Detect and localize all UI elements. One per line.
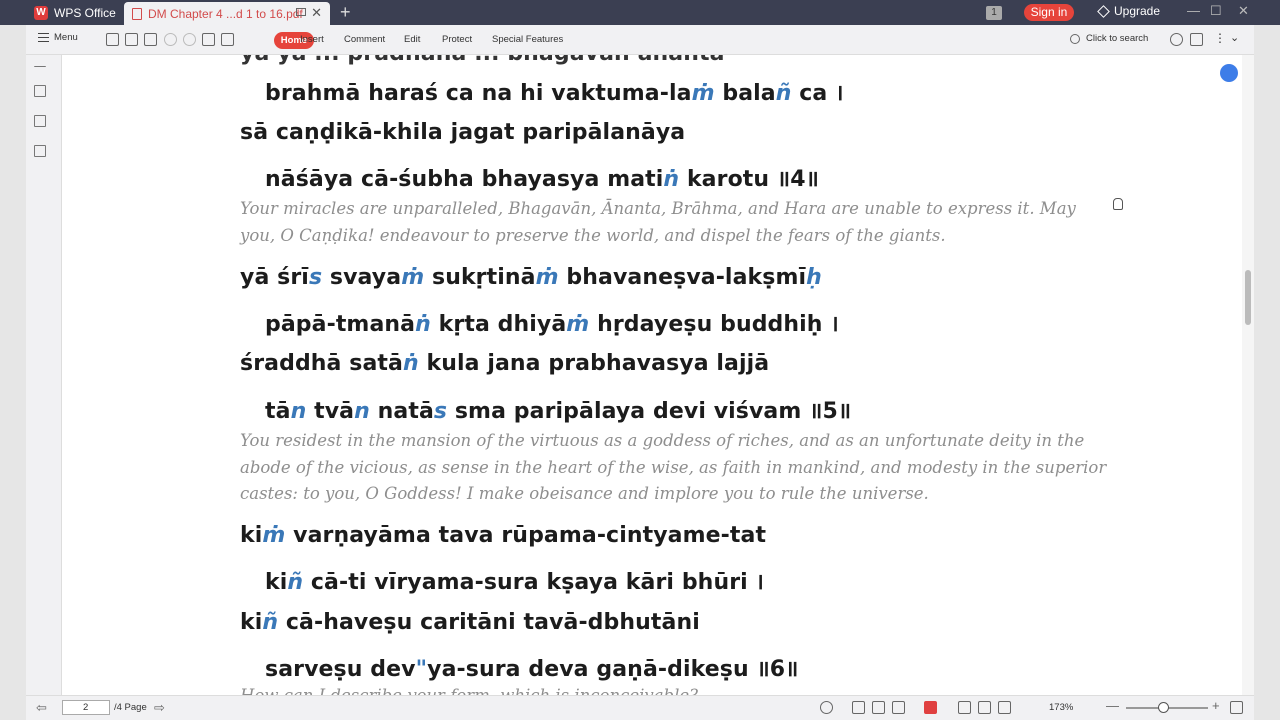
two-page-view-icon[interactable] (892, 701, 905, 714)
more-options-icon[interactable]: ⋮ (1214, 31, 1227, 45)
next-page-icon[interactable]: ⇨ (154, 700, 165, 716)
document-tab[interactable]: DM Chapter 4 ...d 1 to 16.pdf ✕ (124, 2, 330, 25)
menu-button[interactable]: Menu (38, 32, 78, 43)
diamond-icon (1097, 4, 1110, 18)
open-folder-icon[interactable] (106, 33, 119, 46)
sign-in-button[interactable]: Sign in (1024, 4, 1074, 21)
play-icon[interactable] (924, 701, 937, 714)
verse-line-5: pāpā-tmanāṅ kṛta dhiyāṁ hṛdayeṣu buddhiḥ… (265, 312, 839, 337)
translation-2: You residest in the mansion of the virtu… (240, 431, 1107, 503)
eye-protection-icon[interactable] (820, 701, 833, 714)
chevron-down-icon[interactable]: ⌄ (1230, 31, 1243, 44)
chat-icon[interactable] (1190, 33, 1203, 46)
image-icon[interactable] (34, 115, 46, 127)
format-icon[interactable] (221, 33, 234, 46)
document-page: yā yā ... pradhānā ... bhagavān ananta b… (62, 55, 1242, 695)
close-window-button[interactable]: ✕ (1238, 3, 1249, 19)
minimize-button[interactable]: — (1187, 3, 1200, 18)
ribbon-toolbar: Menu Home Insert Comment Edit Protect Sp… (26, 25, 1254, 55)
search-icon (1070, 33, 1080, 44)
badge-number: 1 (986, 5, 1002, 20)
menu-label: Menu (54, 32, 78, 43)
verse-line-2: sā caṇḍikā-khila jagat paripālanāya (240, 120, 686, 145)
single-page-view-icon[interactable] (852, 701, 865, 714)
hand-cursor-icon (1113, 198, 1123, 210)
fullscreen-icon[interactable] (1230, 701, 1243, 714)
monitor-icon[interactable] (296, 8, 306, 16)
tab-edit[interactable]: Edit (404, 34, 420, 45)
settings-icon[interactable] (1170, 33, 1183, 46)
scroll-thumb[interactable] (1245, 270, 1251, 325)
status-bar: ⇦ 2 /4 Page ⇨ 173% — + (26, 695, 1254, 720)
continuous-view-icon[interactable] (872, 701, 885, 714)
close-tab-icon[interactable]: ✕ (311, 5, 322, 21)
translation-1: Your miracles are unparalleled, Bhagavān… (240, 199, 1076, 245)
document-tab-label: DM Chapter 4 ...d 1 to 16.pdf (148, 6, 303, 21)
outline-icon[interactable] (34, 85, 46, 97)
prev-page-icon[interactable]: ⇦ (36, 700, 47, 716)
add-tab-button[interactable]: + (340, 2, 351, 23)
zoom-level[interactable]: 173% (1049, 702, 1073, 713)
wps-logo-icon: W (34, 5, 48, 20)
verse-line-11: sarveṣu dev"ya-sura deva gaṇā-dikeṣu ॥6॥ (265, 657, 799, 682)
tab-protect[interactable]: Protect (442, 34, 472, 45)
left-sidebar (26, 55, 62, 695)
fit-page-icon[interactable] (958, 701, 971, 714)
cut-top-line: yā yā ... pradhānā ... bhagavān ananta (240, 55, 725, 66)
thumbnail-icon[interactable] (34, 63, 46, 67)
cut-bottom-line: How can I describe your form, which is i… (240, 683, 719, 695)
tab-comment[interactable]: Comment (344, 34, 385, 45)
upgrade-label: Upgrade (1114, 4, 1161, 18)
search-box[interactable]: Click to search (1070, 33, 1148, 44)
upgrade-button[interactable]: Upgrade (1097, 4, 1161, 18)
undo-icon[interactable] (164, 33, 177, 46)
print-icon[interactable] (144, 33, 157, 46)
verse-line-10: kiñ cā-haveṣu caritāni tavā-dbhutāni (240, 610, 700, 635)
wps-home-tab[interactable]: W WPS Office (26, 0, 122, 25)
zoom-in-button[interactable]: + (1212, 698, 1220, 713)
cloud-sync-icon[interactable] (1220, 64, 1238, 82)
wps-tab-label: WPS Office (54, 5, 116, 20)
verse-line-1: brahmā haraś ca na hi vaktuma-laṁ balañ … (265, 81, 844, 106)
tab-insert[interactable]: Insert (300, 34, 324, 45)
hamburger-icon (38, 33, 49, 42)
page-total-label: /4 Page (114, 702, 147, 713)
maximize-button[interactable]: ☐ (1210, 3, 1222, 19)
tab-special-features[interactable]: Special Features (492, 34, 563, 45)
pdf-icon (132, 7, 142, 20)
verse-line-9: kiñ cā-ti vīryama-sura kṣaya kāri bhūri … (265, 570, 764, 595)
search-label: Click to search (1086, 33, 1149, 44)
zoom-slider-knob[interactable] (1158, 702, 1169, 713)
verse-line-4: yā śrīs svayaṁ sukṛtināṁ bhavaneṣva-lakṣ… (240, 265, 822, 290)
verse-line-3: nāśāya cā-śubha bhayasya matiṅ karotu ॥4… (265, 167, 819, 192)
zoom-out-button[interactable]: — (1106, 698, 1119, 713)
redo-icon[interactable] (183, 33, 196, 46)
attachment-icon[interactable] (34, 145, 46, 157)
vertical-scrollbar[interactable] (1242, 55, 1254, 695)
export-icon[interactable] (202, 33, 215, 46)
actual-size-icon[interactable] (998, 701, 1011, 714)
save-icon[interactable] (125, 33, 138, 46)
fit-width-icon[interactable] (978, 701, 991, 714)
title-bar: W WPS Office DM Chapter 4 ...d 1 to 16.p… (0, 0, 1280, 25)
verse-line-6: śraddhā satāṅ kula jana prabhavasya lajj… (240, 351, 770, 376)
window-count-badge[interactable]: 1 (986, 0, 1004, 25)
page-number-input[interactable]: 2 (62, 700, 110, 715)
verse-line-7: tān tvān natās sma paripālaya devi viśva… (265, 399, 852, 424)
verse-line-8: kiṁ varṇayāma tava rūpama-cintyame-tat (240, 523, 767, 548)
